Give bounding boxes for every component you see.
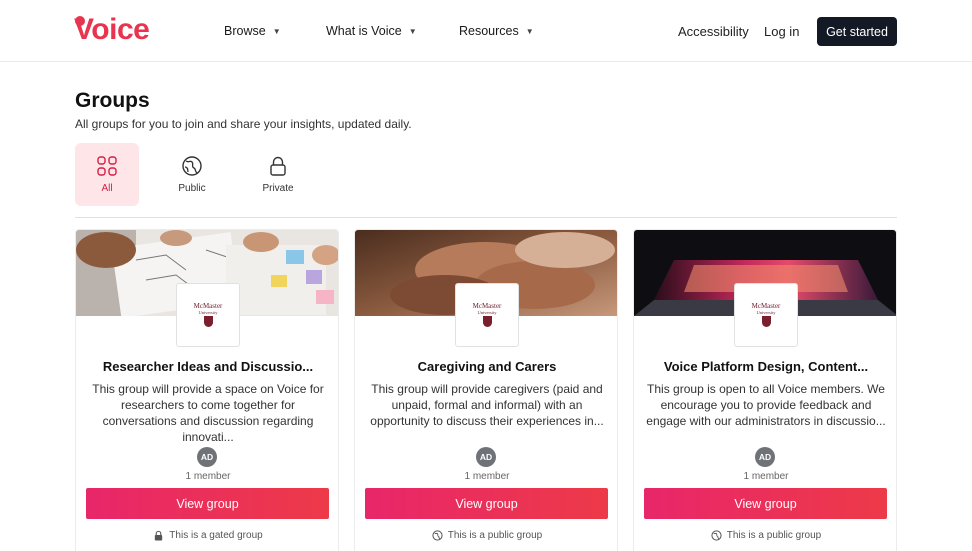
globe-icon [432,530,443,541]
member-count: 1 member [185,471,231,482]
group-description: This group is open to all Voice members.… [646,382,886,428]
lock-icon [270,156,286,176]
nav-resources-label: Resources [459,24,519,38]
chevron-down-icon: ▼ [525,26,534,36]
view-group-button[interactable]: View group [365,488,608,519]
group-card[interactable]: McMaster University Researcher Ideas and… [75,229,339,551]
globe-icon [711,530,722,541]
nav-resources[interactable]: Resources ▼ [459,24,534,38]
group-description: This group will provide caregivers (paid… [370,382,604,428]
org-name: McMaster [193,302,223,310]
avatar: AD [755,447,775,467]
grid-icon [97,156,117,176]
page-title: Groups [75,89,150,112]
logo-dot-icon [75,16,85,26]
member-count: 1 member [743,471,789,482]
chevron-down-icon: ▼ [272,26,281,36]
shield-icon [203,316,213,327]
nav-browse-label: Browse [224,24,266,38]
member-count: 1 member [464,471,510,482]
avatar: AD [476,447,496,467]
group-description: This group will provide a space on Voice… [92,382,324,444]
org-sub: University [756,310,776,315]
group-access-label: This is a public group [726,530,822,541]
get-started-button[interactable]: Get started [817,17,897,46]
filter-private-label: Private [262,183,294,194]
org-sub: University [477,310,497,315]
filter-all-label: All [101,183,113,194]
login-link[interactable]: Log in [764,24,799,39]
group-title[interactable]: Researcher Ideas and Discussio... [76,359,338,374]
group-access-info: This is a gated group [76,530,338,541]
filter-private[interactable]: Private [246,143,310,206]
group-title[interactable]: Voice Platform Design, Content... [634,359,896,374]
globe-icon [182,156,202,176]
shield-icon [761,316,771,327]
nav-what-is-voice[interactable]: What is Voice ▼ [326,24,417,38]
group-title[interactable]: Caregiving and Carers [355,359,617,374]
chevron-down-icon: ▼ [408,26,417,36]
nav-browse[interactable]: Browse ▼ [224,24,281,38]
mcmaster-logo: McMaster University [455,283,519,347]
group-card[interactable]: McMaster University Caregiving and Carer… [354,229,618,551]
group-access-info: This is a public group [355,530,617,541]
filter-all[interactable]: All [75,143,139,206]
mcmaster-logo: McMaster University [176,283,240,347]
org-name: McMaster [751,302,781,310]
page-subtitle: All groups for you to join and share you… [75,117,412,131]
group-filter-tabs: All Public Private [75,143,897,218]
org-sub: University [198,310,218,315]
group-access-label: This is a gated group [169,530,263,541]
top-navbar: Voice Browse ▼ What is Voice ▼ Resources… [0,0,972,62]
filter-public[interactable]: Public [160,143,224,206]
avatar: AD [197,447,217,467]
shield-icon [482,316,492,327]
accessibility-link[interactable]: Accessibility [678,24,749,39]
filter-public-label: Public [178,183,206,194]
view-group-button[interactable]: View group [644,488,887,519]
lock-icon [155,530,163,541]
org-name: McMaster [472,302,502,310]
group-access-label: This is a public group [447,530,543,541]
group-card[interactable]: McMaster University Voice Platform Desig… [633,229,897,551]
mcmaster-logo: McMaster University [734,283,798,347]
group-access-info: This is a public group [634,530,896,541]
nav-what-is-voice-label: What is Voice [326,24,402,38]
voice-logo[interactable]: Voice [74,12,150,48]
logo-text: Voice [74,13,150,46]
view-group-button[interactable]: View group [86,488,329,519]
